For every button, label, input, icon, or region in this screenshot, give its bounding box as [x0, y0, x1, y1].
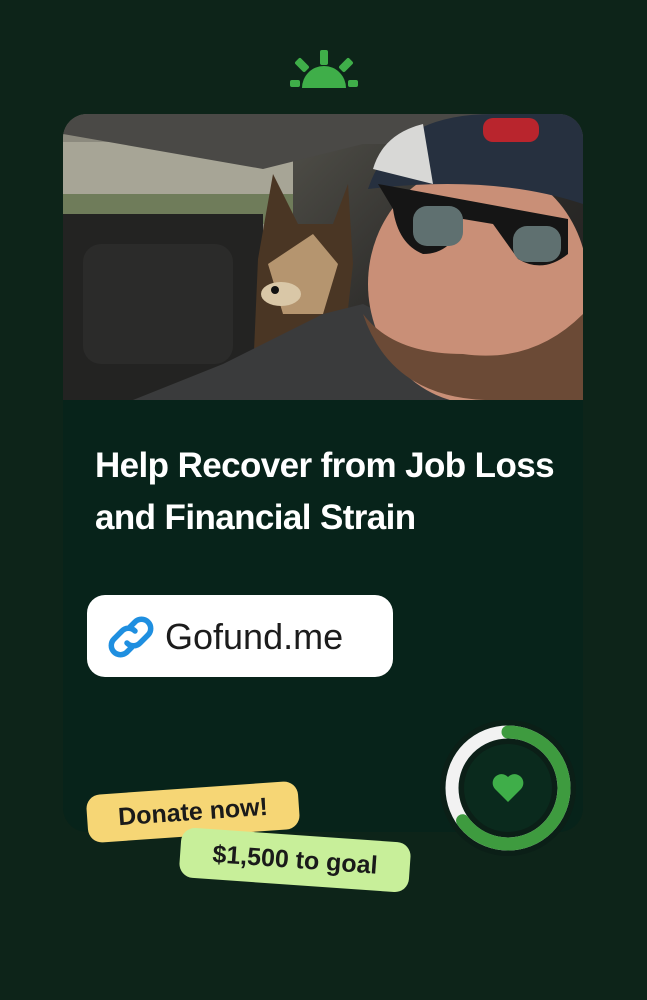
campaign-link[interactable]: Gofund.me [87, 595, 393, 677]
campaign-title: Help Recover from Job Loss and Financial… [95, 446, 555, 537]
gofundme-sun-icon [290, 50, 358, 88]
link-icon [108, 616, 154, 658]
goal-remaining-badge: $1,500 to goal [178, 827, 412, 893]
campaign-link-text: Gofund.me [165, 616, 344, 657]
goal-progress-ring [440, 720, 576, 856]
campaign-photo [63, 114, 583, 400]
photo-illustration [63, 114, 583, 400]
